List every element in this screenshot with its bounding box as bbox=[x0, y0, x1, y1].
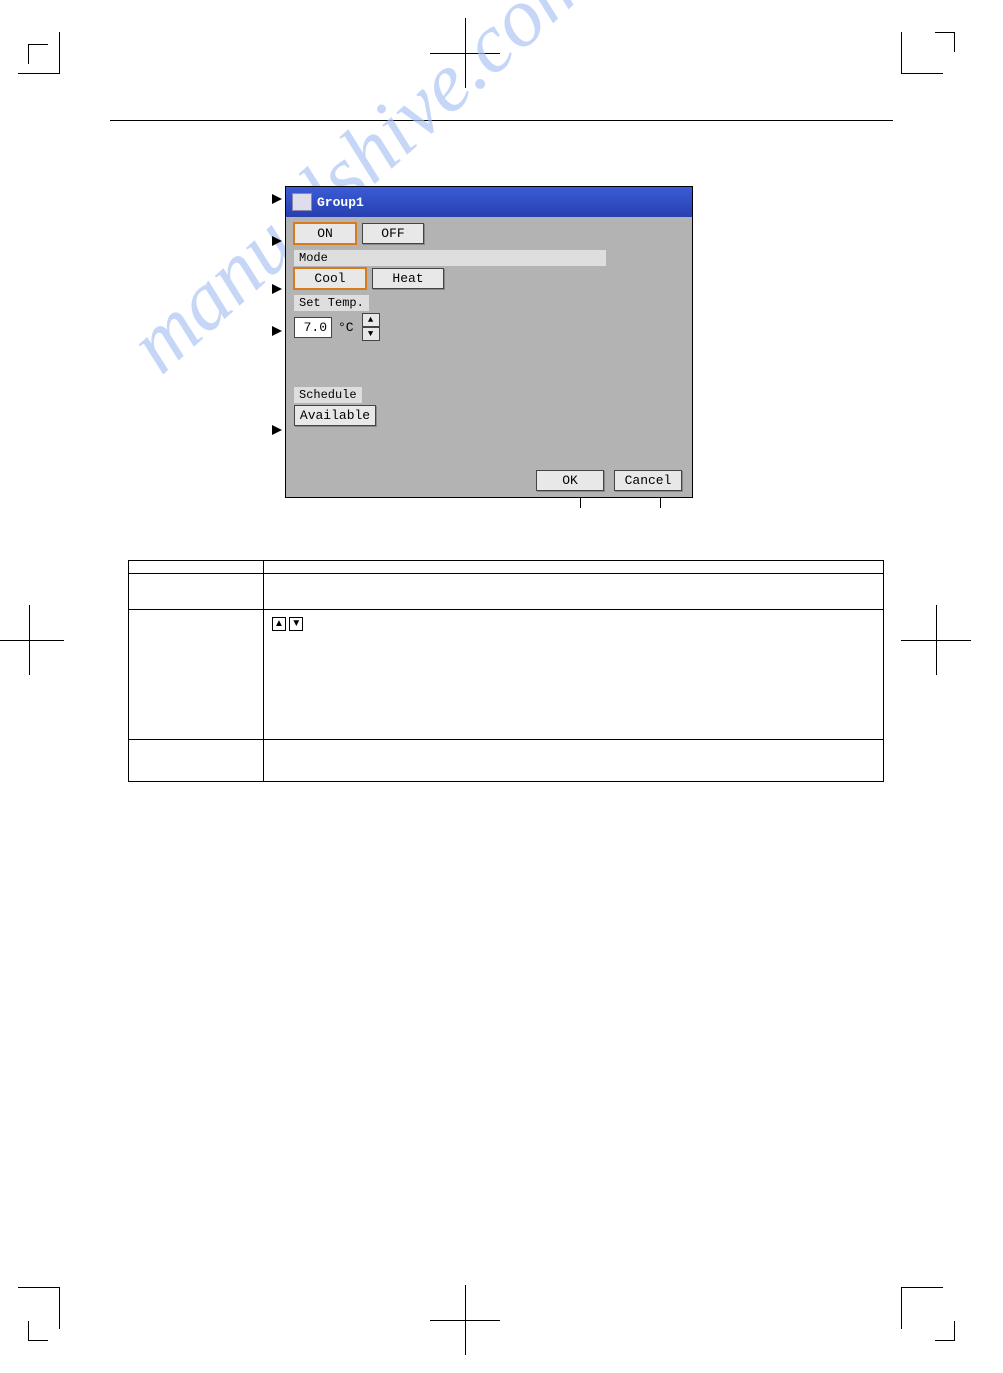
crop-mark bbox=[935, 1321, 955, 1341]
crop-mark bbox=[935, 32, 955, 52]
registration-cross bbox=[0, 605, 64, 675]
callout-arrow bbox=[272, 425, 282, 435]
callout-arrow bbox=[272, 236, 282, 246]
callout-arrow bbox=[272, 194, 282, 204]
table-cell-name bbox=[129, 561, 264, 574]
cancel-button[interactable]: Cancel bbox=[614, 470, 682, 491]
window-title: Group1 bbox=[317, 195, 364, 210]
mode-label: Mode bbox=[294, 250, 606, 266]
up-icon: ▲ bbox=[272, 617, 286, 631]
description-table: ▲ ▼ bbox=[128, 560, 884, 782]
table-cell-name bbox=[129, 610, 264, 740]
schedule-label: Schedule bbox=[294, 387, 362, 403]
registration-cross bbox=[430, 1285, 500, 1355]
table-row: ▲ ▼ bbox=[129, 610, 884, 740]
table-cell-name bbox=[129, 740, 264, 782]
table-cell-name bbox=[129, 574, 264, 610]
table-cell-desc bbox=[264, 561, 884, 574]
temp-value[interactable]: 7.0 bbox=[294, 317, 332, 338]
table-cell-desc bbox=[264, 740, 884, 782]
off-button[interactable]: OFF bbox=[362, 223, 424, 244]
dialog-window: Group1 ON OFF Mode Cool Heat Set Temp. 7… bbox=[285, 186, 693, 498]
registration-cross bbox=[430, 18, 500, 88]
down-icon: ▼ bbox=[289, 617, 303, 631]
temp-up-button[interactable]: ▲ bbox=[362, 313, 380, 327]
crop-mark bbox=[28, 1321, 48, 1341]
registration-cross bbox=[901, 605, 971, 675]
callout-arrow bbox=[272, 284, 282, 294]
on-button[interactable]: ON bbox=[294, 223, 356, 244]
heat-button[interactable]: Heat bbox=[372, 268, 444, 289]
set-temp-label: Set Temp. bbox=[294, 295, 369, 311]
table-row bbox=[129, 561, 884, 574]
temp-unit: °C bbox=[338, 320, 354, 335]
table-row bbox=[129, 740, 884, 782]
table-row bbox=[129, 574, 884, 610]
window-icon bbox=[292, 193, 312, 211]
temp-down-button[interactable]: ▼ bbox=[362, 327, 380, 341]
title-bar: Group1 bbox=[286, 187, 692, 217]
page-rule bbox=[110, 120, 893, 121]
ok-button[interactable]: OK bbox=[536, 470, 604, 491]
available-button[interactable]: Available bbox=[294, 405, 376, 426]
callout-arrow bbox=[272, 326, 282, 336]
table-cell-desc bbox=[264, 574, 884, 610]
crop-mark bbox=[28, 44, 48, 64]
cool-button[interactable]: Cool bbox=[294, 268, 366, 289]
table-cell-desc: ▲ ▼ bbox=[264, 610, 884, 740]
